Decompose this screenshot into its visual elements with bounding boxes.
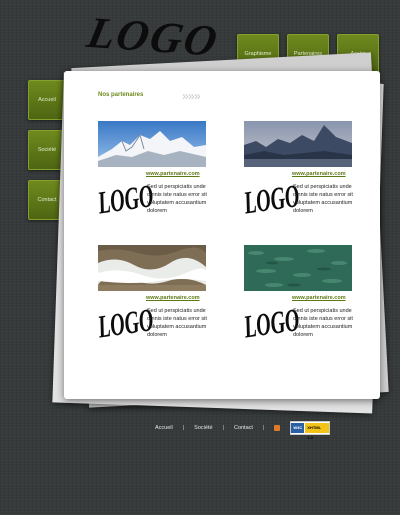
- xhtml-label: XHTML 1.0: [305, 423, 330, 440]
- partner-description: Sed ut perspiciatis unde omnis iste natu…: [293, 308, 353, 338]
- decorative-arrows-icon: » » »: [182, 89, 201, 103]
- footer-separator: |: [262, 425, 265, 431]
- partner-card: www.partenaire.com LOGO Sed ut perspicia…: [96, 121, 208, 221]
- partner-description: Sed ut perspiciatis unde omnis iste natu…: [147, 308, 207, 338]
- partner-card: www.partenaire.com LOGO Sed ut perspicia…: [96, 245, 208, 345]
- partner-logo: LOGO: [95, 302, 156, 346]
- partner-link[interactable]: www.partenaire.com: [146, 295, 200, 301]
- partner-logo: LOGO: [95, 178, 156, 222]
- footer-link-accueil[interactable]: Accueil: [155, 425, 173, 431]
- site-logo[interactable]: LOGO: [83, 8, 223, 66]
- partner-description: Sed ut perspiciatis unde omnis iste natu…: [147, 184, 207, 214]
- partner-logo: LOGO: [241, 178, 302, 222]
- water-surface-photo: [244, 245, 352, 291]
- footer-link-contact[interactable]: Contact: [234, 425, 253, 431]
- partner-description: Sed ut perspiciatis unde omnis iste natu…: [293, 184, 353, 214]
- mountain-snow-photo: [98, 121, 206, 167]
- footer-separator: |: [222, 425, 224, 431]
- footer-link-societe[interactable]: Société: [194, 425, 212, 431]
- partner-link[interactable]: www.partenaire.com: [146, 171, 200, 177]
- mountain-lake-photo: [244, 121, 352, 167]
- rss-icon[interactable]: [274, 425, 281, 431]
- partner-link[interactable]: www.partenaire.com: [292, 171, 346, 177]
- content-panel: Nos partenaires » » » www.partenaire.com…: [64, 71, 380, 399]
- section-heading: Nos partenaires: [98, 92, 144, 98]
- sidebar-item-accueil[interactable]: Accueil: [28, 80, 66, 120]
- partner-link[interactable]: www.partenaire.com: [292, 295, 346, 301]
- partner-card: www.partenaire.com LOGO Sed ut perspicia…: [242, 121, 354, 221]
- beach-waves-photo: [98, 245, 206, 291]
- footer-navigation: Accueil | Société | Contact | W3C XHTML …: [155, 421, 331, 440]
- w3c-xhtml-badge[interactable]: W3C XHTML 1.0: [290, 421, 331, 440]
- w3c-label: W3C: [291, 423, 305, 433]
- partner-card: www.partenaire.com LOGO Sed ut perspicia…: [242, 245, 354, 345]
- partner-logo: LOGO: [241, 302, 302, 346]
- footer-separator: |: [182, 425, 185, 431]
